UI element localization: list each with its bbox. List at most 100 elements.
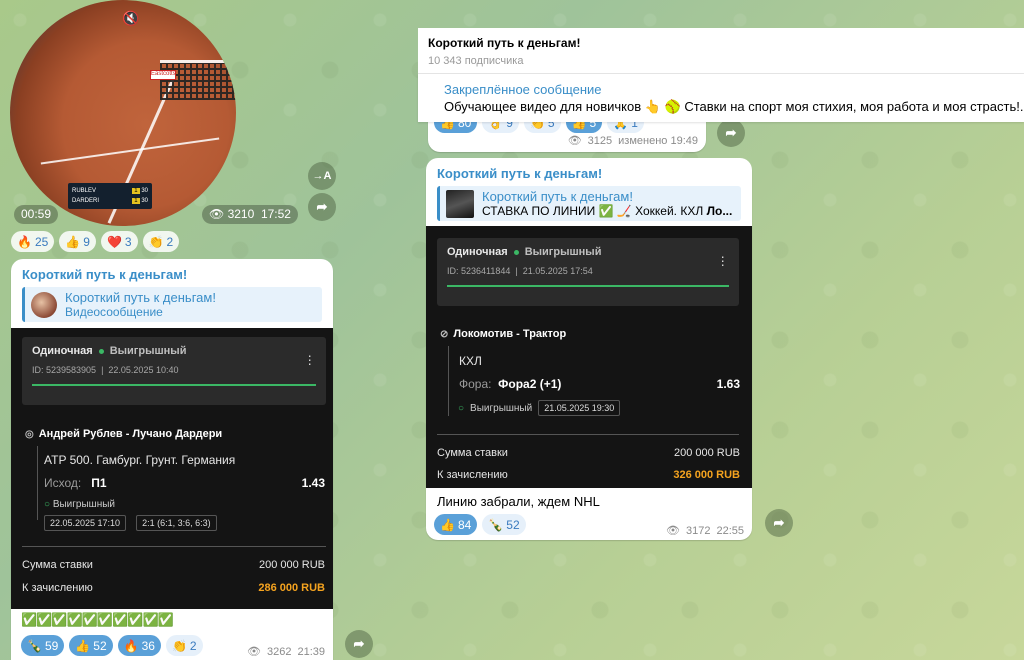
reaction-champagne[interactable]: 🍾 52 bbox=[482, 514, 526, 535]
reaction-champagne[interactable]: 🍾 59 bbox=[21, 635, 65, 656]
eye-icon: 👁 bbox=[247, 646, 261, 658]
more-icon: · · · bbox=[720, 248, 725, 272]
message-bubble-right: Короткий путь к деньгам! Короткий путь к… bbox=[426, 158, 752, 540]
forward-title: Короткий путь к деньгам! bbox=[65, 290, 216, 305]
result-dot-icon: ○ bbox=[458, 402, 465, 414]
forward-text-bold: Ло... bbox=[706, 204, 733, 218]
reaction-heart[interactable]: ❤️ 3 bbox=[100, 231, 138, 252]
player1-name: RUBLEV bbox=[72, 188, 97, 194]
odds: 1.63 bbox=[716, 377, 740, 391]
share-icon[interactable]: ➦ bbox=[717, 119, 745, 147]
share-icon[interactable]: ➦ bbox=[345, 630, 373, 658]
tennis-net bbox=[160, 60, 236, 100]
bet-type: Одиночная bbox=[32, 345, 93, 357]
status-dot bbox=[98, 348, 104, 354]
forward-subtitle: Видеосообщение bbox=[65, 305, 163, 319]
reaction-emoji: ❤️ bbox=[106, 234, 122, 249]
forwarded-message[interactable]: Короткий путь к деньгам! Видеосообщение bbox=[22, 287, 322, 322]
reaction-fire[interactable]: 🔥 36 bbox=[117, 635, 161, 656]
player1-points: 30 bbox=[141, 188, 148, 194]
reaction-count: 36 bbox=[141, 638, 155, 653]
match-title: Локомотив - Трактор bbox=[453, 328, 567, 340]
reaction-count: 59 bbox=[44, 638, 59, 653]
result-status: Выигрышный bbox=[470, 402, 533, 414]
forward-text-main: СТАВКА ПО ЛИНИИ ✅ 🏒 Хоккей. КХЛ bbox=[482, 204, 707, 218]
reaction-count: 2 bbox=[166, 234, 174, 249]
player2-name: DARDERI bbox=[72, 198, 100, 204]
share-icon[interactable]: ➦ bbox=[765, 509, 793, 537]
message-bubble-left: Короткий путь к деньгам! Короткий путь к… bbox=[11, 259, 333, 660]
player2-games: 1 bbox=[132, 198, 140, 204]
pinned-message[interactable]: Закреплённое сообщение Обучающее видео д… bbox=[418, 74, 1024, 122]
pinned-title: Закреплённое сообщение bbox=[444, 81, 602, 97]
views-count: 3172 bbox=[685, 524, 711, 537]
more-icon: · · · bbox=[307, 347, 312, 371]
result-row: ○ Выигрышный bbox=[44, 499, 115, 510]
pinned-text: Обучающее видео для новичков 👆 🥎 Ставки … bbox=[444, 98, 1024, 114]
reaction-emoji: 🔥 bbox=[123, 638, 139, 653]
reaction-thumbs-up[interactable]: 👍 52 bbox=[69, 635, 113, 656]
reaction-thumbs-up[interactable]: 👍 9 bbox=[59, 231, 96, 252]
bet-slip-image[interactable]: Одиночная Выигрышный ID: 5239583905 | 22.… bbox=[11, 328, 333, 609]
outcome-label: Фора: bbox=[459, 377, 492, 391]
video-duration: 00:59 bbox=[14, 205, 59, 224]
reaction-emoji: 🍾 bbox=[488, 517, 504, 532]
match-title: Андрей Рублев - Лучано Дардери bbox=[38, 428, 223, 440]
video-views-time: 👁 3210 17:52 bbox=[202, 205, 298, 224]
forward-title: Короткий путь к деньгам! bbox=[482, 189, 633, 204]
match-row: ◎ Андрей Рублев - Лучано Дардери bbox=[25, 428, 222, 440]
channel-name[interactable]: Короткий путь к деньгам! bbox=[22, 267, 322, 282]
reaction-count: 25 bbox=[34, 234, 49, 249]
post-meta: 👁 3262 21:39 bbox=[247, 645, 325, 659]
reaction-count: 3 bbox=[124, 234, 132, 249]
channel-name[interactable]: Короткий путь к деньгам! bbox=[437, 166, 741, 181]
stake-value: 200 000 RUB bbox=[258, 559, 325, 571]
views-count: 3262 bbox=[266, 645, 292, 658]
result-date: 21.05.2025 19:30 bbox=[538, 400, 621, 416]
scoreboard: RUBLEV 1 30 DARDERI 1 30 bbox=[68, 183, 152, 209]
bet-id: ID: 5236411844 bbox=[447, 266, 511, 276]
mute-icon[interactable]: 🔇 bbox=[122, 10, 139, 27]
bet-date: 22.05.2025 10:40 bbox=[108, 365, 179, 375]
reaction-count: 9 bbox=[83, 234, 90, 249]
court-line bbox=[40, 137, 220, 165]
avatar bbox=[31, 291, 57, 318]
forwarded-message[interactable]: Короткий путь к деньгам! СТАВКА ПО ЛИНИИ… bbox=[437, 186, 741, 221]
stake-value: 200 000 RUB bbox=[673, 447, 740, 459]
views-count: 3125 bbox=[587, 134, 613, 147]
result-date: 22.05.2025 17:10 bbox=[44, 515, 127, 531]
divider bbox=[437, 434, 739, 435]
chat-header[interactable]: Короткий путь к деньгам! 10 343 подписчи… bbox=[418, 28, 1024, 74]
player1-games: 1 bbox=[132, 188, 140, 194]
bet-slip-image[interactable]: Одиночная Выигрышный ID: 5236411844 | 21.… bbox=[426, 226, 752, 488]
reaction-emoji: 👍 bbox=[75, 638, 91, 653]
translate-icon[interactable]: →A bbox=[308, 162, 336, 190]
stake-label: Сумма ставки bbox=[22, 559, 93, 571]
reaction-thumbs-up[interactable]: 👍 84 bbox=[434, 514, 478, 535]
payout-value: 286 000 RUB bbox=[258, 582, 325, 594]
post-meta: 👁 3172 22:55 bbox=[666, 524, 744, 538]
odds: 1.43 bbox=[301, 476, 325, 490]
eye-icon: 👁 bbox=[209, 207, 225, 221]
subscriber-count: 10 343 подписчика bbox=[428, 55, 524, 67]
outcome-value: П1 bbox=[91, 476, 107, 490]
video-time: 17:52 bbox=[260, 207, 291, 221]
share-icon[interactable]: ➦ bbox=[308, 193, 336, 221]
reaction-fire[interactable]: 🔥 25 bbox=[11, 231, 55, 252]
reaction-emoji: 👍 bbox=[440, 517, 455, 532]
reaction-count: 84 bbox=[457, 517, 472, 532]
match-row: ⊘ Локомотив - Трактор bbox=[440, 328, 566, 340]
video-message[interactable]: Eastcotts 🔇 RUBLEV 1 30 DARDERI 1 30 bbox=[10, 0, 236, 226]
result-status: Выигрышный bbox=[52, 499, 115, 510]
reaction-clap[interactable]: 👏 2 bbox=[142, 231, 180, 252]
match-score: 2:1 (6:1, 3:6, 6:3) bbox=[136, 515, 217, 531]
outcome-value: Фора2 (+1) bbox=[498, 377, 562, 391]
divider bbox=[37, 446, 38, 520]
outcome-label: Исход: bbox=[44, 476, 82, 490]
reaction-emoji: 🔥 bbox=[17, 234, 32, 249]
tennis-ball-icon: ◎ bbox=[25, 428, 34, 440]
edited-label: изменено 19:49 bbox=[618, 134, 698, 147]
payout-label: К зачислению bbox=[437, 469, 508, 481]
bet-status: Выигрышный bbox=[524, 246, 602, 258]
reaction-clap[interactable]: 👏 2 bbox=[165, 635, 203, 656]
